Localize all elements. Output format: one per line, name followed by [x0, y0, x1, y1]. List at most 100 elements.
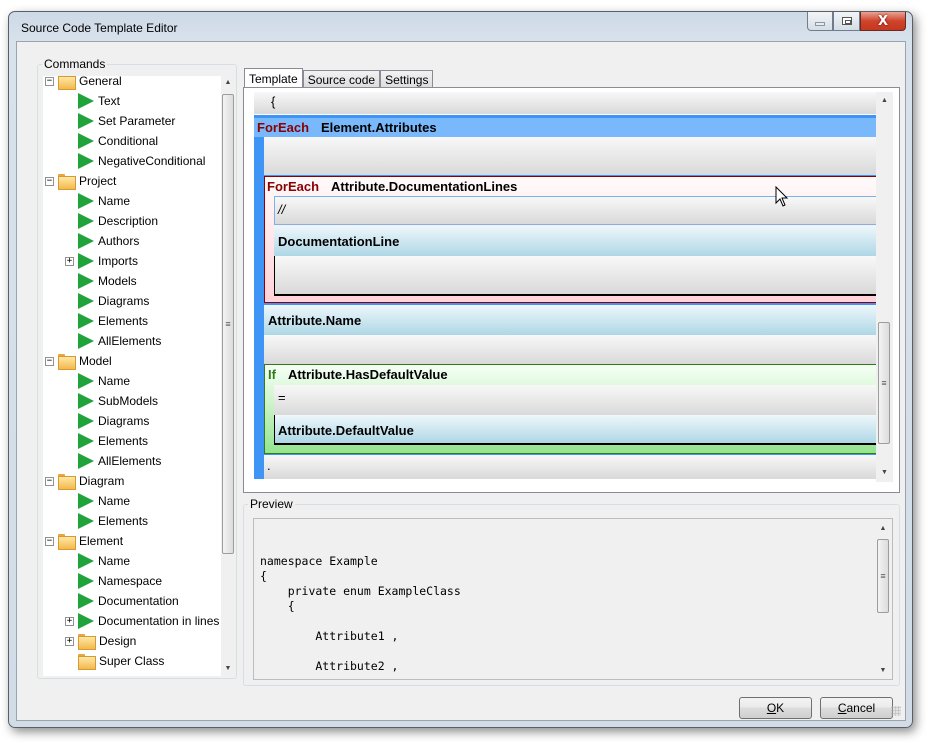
collapse-icon[interactable]: − [45, 176, 54, 186]
tree-item-text[interactable]: Text [65, 91, 120, 111]
tree-item-description[interactable]: Description [65, 211, 158, 231]
tree-item-allelements[interactable]: AllElements [65, 331, 161, 351]
dialog-client: Commands − General Text Set Parameter Condit… [16, 41, 906, 721]
scroll-thumb[interactable]: ≡ [878, 322, 890, 444]
tree-item-namespace[interactable]: Namespace [65, 571, 162, 591]
foreach-keyword: ForEach [257, 120, 310, 135]
folder-icon [78, 654, 96, 670]
equals-text-block[interactable] [274, 385, 876, 415]
expand-icon[interactable]: + [65, 636, 74, 646]
tree-item-name[interactable]: Name [65, 191, 130, 211]
command-arrow-icon [78, 613, 94, 629]
tree-item-label: Elements [98, 314, 149, 328]
template-editor[interactable]: { ForEach Element.Attributes ForEach Attri… [254, 92, 876, 482]
title-bar[interactable]: Source Code Template Editor X [9, 12, 912, 40]
tab-settings[interactable]: Settings [380, 70, 434, 88]
scroll-up-icon[interactable]: ▲ [875, 522, 891, 536]
tree-item-name[interactable]: Name [65, 551, 130, 571]
tree-item-elements[interactable]: Elements [65, 431, 148, 451]
tree-item-label: AllElements [98, 334, 162, 348]
text-block[interactable] [264, 455, 876, 479]
mouse-cursor-icon [775, 186, 789, 207]
tree-item-elements[interactable]: Elements [65, 311, 148, 331]
tree-item-super-class[interactable]: Super Class [65, 651, 164, 671]
collapse-icon[interactable]: − [45, 476, 54, 486]
tree-item-label: Name [98, 554, 131, 568]
if-keyword: If [268, 367, 276, 382]
command-arrow-icon [78, 593, 94, 609]
dialog-window: Source Code Template Editor X Commands −… [8, 11, 913, 728]
minimize-button[interactable] [807, 12, 833, 31]
ok-button[interactable]: OK [739, 697, 812, 719]
if-expr: Attribute.HasDefaultValue [287, 367, 448, 382]
tree-item-label: Project [79, 174, 117, 188]
folder-icon [58, 354, 76, 370]
tree-item-diagrams[interactable]: Diagrams [65, 291, 149, 311]
tree-item-models[interactable]: Models [65, 271, 137, 291]
preview-code: namespace Example { private enum Example… [260, 554, 461, 673]
expand-icon[interactable]: + [65, 616, 74, 626]
attr-name-label: Attribute.Name [268, 313, 362, 328]
collapse-icon[interactable]: − [45, 536, 54, 546]
tree-item-conditional[interactable]: Conditional [65, 131, 158, 151]
tree-item-model[interactable]: − Model [45, 351, 112, 371]
tree-item-allelements[interactable]: AllElements [65, 451, 161, 471]
tree-item-label: Authors [98, 234, 140, 248]
cancel-button[interactable]: Cancel [820, 697, 893, 719]
command-arrow-icon [78, 513, 94, 529]
command-arrow-icon [78, 433, 94, 449]
tree-item-authors[interactable]: Authors [65, 231, 139, 251]
tree-item-negativeconditional[interactable]: NegativeConditional [65, 151, 205, 171]
tree-item-diagram[interactable]: − Diagram [45, 471, 124, 491]
tree-item-name[interactable]: Name [65, 371, 130, 391]
preview-pane[interactable]: namespace Example { private enum Example… [253, 518, 893, 680]
tab-template[interactable]: Template [244, 68, 303, 88]
scroll-down-icon[interactable]: ▼ [221, 662, 235, 676]
tree-item-imports[interactable]: + Imports [65, 251, 138, 271]
tree-item-general[interactable]: − General [45, 76, 122, 91]
tab-strip: Template Source code Settings [244, 68, 434, 88]
scroll-down-icon[interactable]: ▼ [875, 664, 891, 678]
expand-icon[interactable]: + [65, 256, 74, 266]
tree-item-label: NegativeConditional [98, 154, 206, 168]
tab-source-code[interactable]: Source code [302, 70, 381, 88]
scroll-thumb[interactable]: ≡ [877, 539, 889, 613]
commands-scrollbar[interactable]: ▲ ≡ ▼ [221, 76, 235, 676]
tree-item-label: SubModels [98, 394, 159, 408]
tree-item-name[interactable]: Name [65, 491, 130, 511]
tree-item-documentation-in-lines[interactable]: + Documentation in lines [65, 611, 219, 631]
scroll-down-icon[interactable]: ▼ [876, 466, 893, 480]
tree-item-diagrams[interactable]: Diagrams [65, 411, 149, 431]
collapse-icon[interactable]: − [45, 356, 54, 366]
commands-label: Commands [42, 57, 108, 71]
resize-grip[interactable] [891, 706, 901, 716]
scroll-thumb[interactable]: ≡ [222, 94, 234, 554]
tree-item-element[interactable]: − Element [45, 531, 123, 551]
text-block[interactable] [254, 92, 876, 114]
preview-scrollbar[interactable]: ▲ ≡ ▼ [875, 520, 891, 678]
text-block[interactable] [274, 256, 876, 296]
command-arrow-icon [78, 293, 94, 309]
tree-item-documentation[interactable]: Documentation [65, 591, 179, 611]
close-button[interactable]: X [860, 12, 906, 31]
tree-item-label: Documentation in lines [98, 614, 220, 628]
grip-icon: ≡ [225, 319, 231, 329]
text-block[interactable] [264, 335, 876, 364]
maximize-button[interactable] [833, 12, 860, 31]
tree-item-label: Namespace [98, 574, 163, 588]
tree-item-design[interactable]: + Design [65, 631, 136, 651]
tree-item-project[interactable]: − Project [45, 171, 116, 191]
close-icon: X [877, 13, 889, 29]
tree-item-label: Documentation [98, 594, 179, 608]
scroll-up-icon[interactable]: ▲ [221, 76, 235, 90]
cancel-label: ancel [846, 701, 876, 715]
command-arrow-icon [78, 153, 94, 169]
tree-item-submodels[interactable]: SubModels [65, 391, 158, 411]
commands-tree[interactable]: − General Text Set Parameter Conditional Nega… [43, 76, 221, 676]
scroll-up-icon[interactable]: ▲ [876, 94, 893, 108]
tree-item-set-parameter[interactable]: Set Parameter [65, 111, 175, 131]
template-scrollbar[interactable]: ▲ ≡ ▼ [876, 92, 893, 482]
collapse-icon[interactable]: − [45, 76, 54, 86]
tree-item-elements[interactable]: Elements [65, 511, 148, 531]
text-block[interactable] [264, 137, 876, 175]
